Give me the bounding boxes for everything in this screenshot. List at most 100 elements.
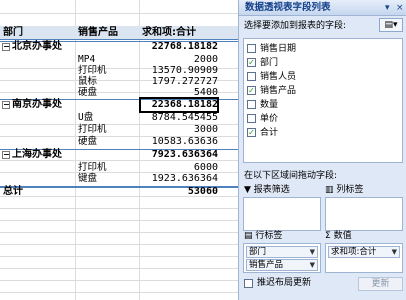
product-cell: U盘: [78, 112, 94, 123]
field-item[interactable]: ✓ 销售产品: [247, 85, 397, 97]
field-label: 单价: [260, 114, 279, 124]
group-row[interactable]: − 上海办事处 7923.636364: [0, 149, 238, 161]
grid-line: [0, 256, 238, 257]
grid-line: [0, 268, 238, 269]
panel-title-bar[interactable]: 数据透视表字段列表 ▾ ×: [239, 0, 406, 16]
columns-icon: ▥: [325, 185, 334, 195]
checkbox-checked[interactable]: ✓: [247, 86, 256, 95]
layout-icon: ▤▾: [384, 20, 398, 30]
group-name: 上海办事处: [12, 149, 62, 160]
field-label: 销售日期: [260, 44, 297, 54]
field-list: 销售日期 ✓ 部门 销售人员 ✓ 销售产品 数量 单价 ✓ 合计: [243, 38, 403, 163]
row-labels-header: ▤ 行标签: [244, 230, 282, 242]
grid-line: [0, 280, 238, 281]
group-name: 北京办事处: [12, 41, 62, 52]
checkbox-unchecked[interactable]: [247, 114, 256, 123]
table-row[interactable]: 键盘 1923.636364: [0, 173, 238, 185]
value-cell: 3000: [193, 124, 218, 135]
row-field-chip[interactable]: 部门 ▼: [246, 246, 318, 258]
chevron-down-icon[interactable]: ▼: [392, 247, 397, 257]
chip-label: 销售产品: [249, 260, 284, 270]
grid-line: [0, 208, 238, 209]
collapse-icon[interactable]: −: [2, 101, 10, 109]
header-department[interactable]: 部门: [3, 27, 23, 39]
product-cell: 打印机: [78, 124, 107, 135]
row-labels-zone[interactable]: 部门 ▼ 销售产品 ▼: [243, 243, 321, 273]
checkbox-checked[interactable]: ✓: [247, 128, 256, 137]
drag-fields-label: 在以下区域间拖动字段:: [244, 171, 338, 181]
value-cell: 10583.63636: [151, 136, 218, 147]
field-label: 销售人员: [260, 72, 297, 82]
dropdown-icon[interactable]: ▾: [385, 2, 390, 14]
chip-label: 求和项:合计: [331, 247, 377, 257]
field-label: 数量: [260, 100, 279, 110]
sigma-icon: Σ: [325, 231, 331, 241]
field-item[interactable]: 销售人员: [247, 71, 397, 83]
report-filter-zone[interactable]: [243, 197, 321, 231]
collapse-icon[interactable]: −: [2, 151, 10, 159]
grid-line: [0, 232, 238, 233]
product-cell: 键盘: [78, 173, 98, 184]
column-labels-header: ▥ 列标签: [325, 184, 363, 196]
field-label: 部门: [260, 58, 279, 68]
product-cell: 硬盘: [78, 136, 98, 147]
report-filter-header: ▼ 报表筛选: [244, 184, 290, 196]
group-name: 南京办事处: [12, 99, 62, 110]
rows-icon: ▤: [244, 231, 253, 241]
chevron-down-icon[interactable]: ▼: [310, 260, 315, 270]
field-item[interactable]: 销售日期: [247, 43, 397, 55]
checkbox-unchecked[interactable]: [244, 279, 253, 288]
field-label: 销售产品: [260, 86, 297, 96]
checkbox-unchecked[interactable]: [247, 72, 256, 81]
layout-options-button[interactable]: ▤▾: [379, 18, 403, 32]
grand-total-row[interactable]: 总计 53060: [0, 186, 238, 198]
panel-title: 数据透视表字段列表: [245, 2, 331, 13]
header-sum-total[interactable]: 求和项:合计: [142, 27, 196, 39]
field-item[interactable]: ✓ 部门: [247, 57, 397, 69]
column-labels-zone[interactable]: [325, 197, 403, 231]
table-row[interactable]: 硬盘 10583.63636: [0, 136, 238, 148]
chevron-down-icon[interactable]: ▼: [310, 247, 315, 257]
field-item[interactable]: 数量: [247, 99, 397, 111]
grid-line: [0, 13, 238, 14]
update-button[interactable]: 更新: [358, 277, 403, 291]
value-cell: 8784.545455: [151, 112, 218, 123]
selected-cell[interactable]: [139, 97, 219, 113]
header-product[interactable]: 销售产品: [78, 27, 118, 39]
values-header: Σ 数值: [325, 230, 352, 242]
collapse-icon[interactable]: −: [2, 43, 10, 51]
checkbox-checked[interactable]: ✓: [247, 58, 256, 67]
grand-total-value: 53060: [187, 186, 218, 197]
table-row[interactable]: 打印机 3000: [0, 124, 238, 136]
chip-label: 部门: [249, 247, 267, 257]
pivot-header-bar: [0, 26, 238, 40]
field-label: 合计: [260, 128, 279, 138]
report-filter-label: 报表筛选: [253, 185, 290, 195]
row-field-chip[interactable]: 销售产品 ▼: [246, 259, 318, 271]
group-total: 22768.18182: [151, 41, 218, 52]
field-list-panel: 数据透视表字段列表 ▾ × 选择要添加到报表的字段: ▤▾ 销售日期 ✓ 部门 …: [238, 0, 406, 300]
value-cell: 1923.636364: [151, 173, 218, 184]
table-row[interactable]: U盘 8784.545455: [0, 112, 238, 124]
product-cell: 硬盘: [78, 87, 98, 98]
grid-line: [0, 292, 238, 293]
field-item[interactable]: ✓ 合计: [247, 127, 397, 139]
group-total: 7923.636364: [151, 149, 218, 160]
choose-fields-label: 选择要添加到报表的字段:: [244, 21, 347, 31]
value-field-chip[interactable]: 求和项:合计 ▼: [328, 246, 400, 258]
row-labels-label: 行标签: [255, 231, 283, 241]
filter-icon: ▼: [244, 185, 251, 195]
defer-label: 推迟布局更新: [257, 278, 312, 288]
column-labels-label: 列标签: [336, 185, 364, 195]
values-label: 数值: [333, 231, 352, 241]
grid-line: [0, 244, 238, 245]
values-zone[interactable]: 求和项:合计 ▼: [325, 243, 403, 273]
pivot-table: 部门 销售产品 求和项:合计 − 北京办事处 22768.18182 MP4 2…: [0, 0, 238, 300]
checkbox-unchecked[interactable]: [247, 100, 256, 109]
group-row[interactable]: − 北京办事处 22768.18182: [0, 41, 238, 53]
grand-total-label: 总计: [3, 186, 23, 197]
grid-line: [0, 220, 238, 221]
close-icon[interactable]: ×: [396, 2, 404, 14]
checkbox-unchecked[interactable]: [247, 44, 256, 53]
field-item[interactable]: 单价: [247, 113, 397, 125]
